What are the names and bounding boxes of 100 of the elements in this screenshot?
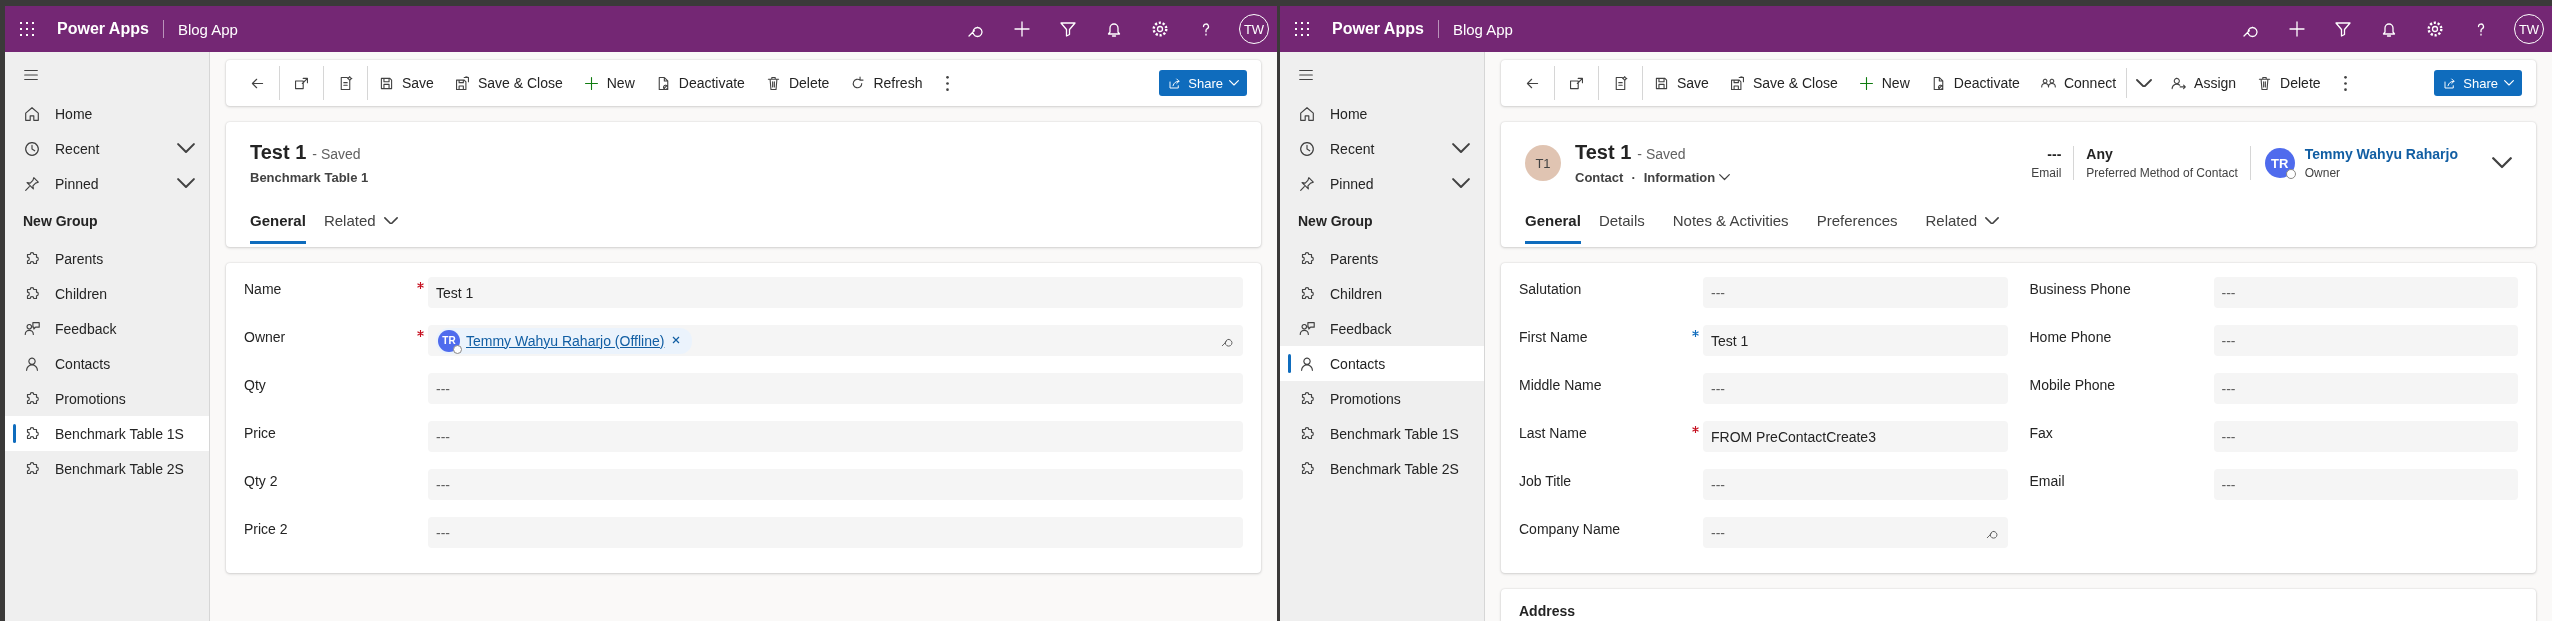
form-selector[interactable]: Information [1643, 170, 1731, 185]
input-field[interactable]: FROM PreContactCreate3 [1703, 421, 2008, 452]
command-button[interactable]: Deactivate [644, 66, 755, 100]
field-label: Email [2029, 473, 2065, 489]
app-title: Blog App [176, 20, 238, 38]
lookup-field[interactable]: TR Temmy Wahyu Raharjo (Offline) [428, 325, 1243, 356]
sidebar-item[interactable]: Parents [5, 241, 209, 276]
header-label: Owner [2304, 166, 2342, 180]
sidebar-item[interactable]: Contacts [5, 346, 209, 381]
clock-icon [1298, 139, 1316, 158]
lookup-input[interactable]: --- [1711, 524, 1979, 541]
tab[interactable]: General [1525, 204, 1581, 244]
field-label: Qty [244, 377, 266, 393]
chevron-down-icon [2492, 157, 2512, 169]
sidebar-item[interactable]: Benchmark Table 2S [1280, 451, 1484, 486]
home-icon [23, 104, 41, 123]
sidebar-item[interactable]: Feedback [1280, 311, 1484, 346]
more-icon [2344, 75, 2348, 91]
person-chat-icon [1298, 319, 1316, 338]
input-field[interactable]: --- [2213, 277, 2518, 308]
owner-link[interactable]: Temmy Wahyu Raharjo [2304, 146, 2458, 162]
share-button[interactable]: Share [2434, 70, 2522, 96]
input-field[interactable]: --- [428, 373, 1243, 404]
command-button[interactable]: Refresh [839, 66, 933, 100]
input-field[interactable]: --- [1703, 277, 2008, 308]
sidebar-item[interactable]: Promotions [5, 381, 209, 416]
avatar: TR [438, 329, 460, 352]
sidebar-item[interactable]: Pinned [1280, 166, 1484, 201]
field-label: Qty 2 [244, 473, 278, 489]
command-button[interactable]: Save & Close [1718, 66, 1848, 100]
input-field[interactable]: Test 1 [1703, 325, 2008, 356]
share-icon [2442, 75, 2458, 91]
sidebar-item[interactable]: Children [1280, 276, 1484, 311]
sidebar-item[interactable]: Pinned [5, 166, 209, 201]
command-button[interactable]: Save [368, 66, 444, 100]
plus-icon [2287, 19, 2307, 39]
tab[interactable]: Notes & Activities [1672, 204, 1799, 244]
command-button[interactable]: Assign [2160, 66, 2247, 100]
input-field[interactable]: Test 1 [428, 277, 1243, 308]
field-label: Fax [2029, 425, 2053, 441]
save-status: - Saved [312, 146, 361, 162]
chevron-down-icon [1229, 80, 1239, 86]
pin-icon [1298, 174, 1316, 193]
command-button[interactable]: New [572, 66, 645, 100]
sidebar-item[interactable]: Feedback [5, 311, 209, 346]
entity-name: Benchmark Table 1 [250, 170, 369, 185]
tab[interactable]: Details [1598, 204, 1655, 244]
settings-icon [2425, 19, 2445, 39]
lookup-field[interactable]: --- [1703, 517, 2008, 548]
sidebar-item[interactable]: Promotions [1280, 381, 1484, 416]
command-button[interactable]: Save [1643, 66, 1719, 100]
plus-icon [582, 74, 600, 92]
sidebar-item[interactable]: Children [5, 276, 209, 311]
command-button[interactable]: Save & Close [443, 66, 573, 100]
sidebar-item[interactable]: Parents [1280, 241, 1484, 276]
home-icon [1298, 104, 1316, 123]
input-field[interactable]: --- [428, 517, 1243, 548]
input-field[interactable]: --- [428, 421, 1243, 452]
entity-name: Contact [1575, 170, 1624, 185]
command-button[interactable]: New [1847, 66, 1920, 100]
sidebar-item[interactable]: Contacts [1280, 346, 1484, 381]
input-field[interactable]: --- [2213, 373, 2518, 404]
input-field[interactable]: --- [428, 469, 1243, 500]
sidebar-item[interactable]: Recent [1280, 131, 1484, 166]
more-icon [945, 75, 949, 91]
input-field[interactable]: --- [2213, 421, 2518, 452]
input-field[interactable]: --- [2213, 469, 2518, 500]
field-label: Name [244, 281, 282, 297]
input-field[interactable]: --- [1703, 373, 2008, 404]
header-label: Email [2031, 166, 2062, 180]
sidebar-item[interactable]: Benchmark Table 1S [1280, 416, 1484, 451]
tab[interactable]: General [250, 204, 306, 244]
chevron-down-icon [383, 216, 398, 225]
tab[interactable]: Preferences [1816, 204, 1908, 244]
command-button[interactable]: Delete [2246, 66, 2331, 100]
field-label: Price [244, 425, 276, 441]
sidebar-item[interactable]: Benchmark Table 1S [5, 416, 209, 451]
sidebar-item[interactable]: Recent [5, 131, 209, 166]
share-button[interactable]: Share [1159, 70, 1247, 96]
tab[interactable]: Related [1925, 204, 2010, 244]
person-link[interactable]: Temmy Wahyu Raharjo (Offline) [466, 332, 665, 349]
filter-icon [1058, 19, 1078, 39]
sidebar-item[interactable]: Benchmark Table 2S [5, 451, 209, 486]
header-value: Any [2086, 146, 2113, 162]
sidebar-item[interactable]: Home [1280, 96, 1484, 131]
command-button[interactable]: Deactivate [1919, 66, 2030, 100]
save-status: - Saved [1637, 146, 1686, 162]
chevron-down-icon [177, 143, 195, 154]
command-button[interactable]: Delete [754, 66, 840, 100]
settings-icon [1150, 19, 1170, 39]
save-close-icon [1728, 74, 1746, 92]
input-field[interactable]: --- [1703, 469, 2008, 500]
section-title: Address [1519, 603, 1576, 619]
tab[interactable]: Related [323, 204, 408, 244]
field-label: Home Phone [2029, 329, 2112, 345]
sidebar-item[interactable]: Home [5, 96, 209, 131]
app-launcher-icon[interactable] [1292, 19, 1312, 39]
app-launcher-icon[interactable] [17, 19, 37, 39]
command-button[interactable]: Connect [2029, 66, 2127, 100]
input-field[interactable]: --- [2213, 325, 2518, 356]
